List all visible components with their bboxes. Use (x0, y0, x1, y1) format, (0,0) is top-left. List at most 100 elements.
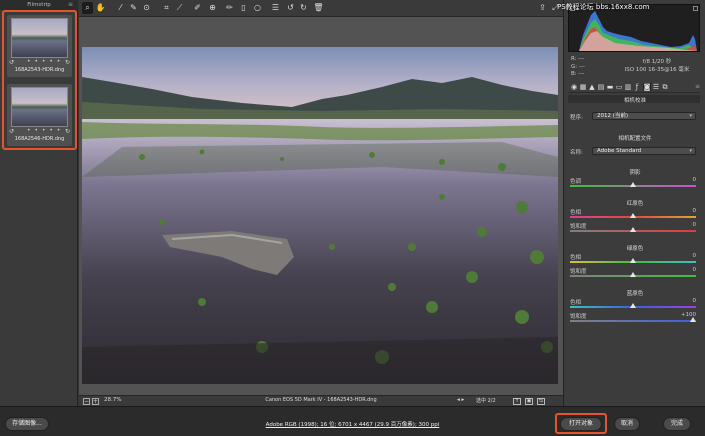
slider-label: 色相 (570, 300, 582, 306)
tab-detail-icon[interactable]: ▲ (588, 83, 596, 91)
slider-thumb[interactable] (630, 227, 636, 232)
filmstrip-selection-highlight: ↺ • • • • • ↻ 168A2543-HDR.dng ↺ • • • •… (2, 10, 77, 150)
image-nav-arrows[interactable]: ◂ ▸ (457, 397, 464, 403)
rotate-left-icon[interactable]: ↺ (9, 128, 14, 135)
red-primary-title: 红原色 (626, 201, 644, 207)
green-saturation-slider[interactable]: 饱和度 0 (564, 267, 705, 281)
selection-count: 选中 2/2 (476, 398, 496, 404)
slider-value[interactable]: 0 (693, 298, 697, 304)
slider-thumb[interactable] (630, 272, 636, 277)
red-hue-slider[interactable]: 色相 0 (564, 208, 705, 222)
done-button[interactable]: 完成 (663, 417, 691, 431)
rating-stars[interactable]: • • • • • (27, 58, 61, 65)
chevron-down-icon: ▾ (689, 113, 692, 119)
watermark: PS教程论坛 bbs.16xx8.com (557, 3, 650, 11)
tab-effects-icon[interactable]: ▥ (624, 83, 632, 91)
profile-value: Adobe Standard (597, 148, 642, 154)
rotate-ccw-icon[interactable]: ↺ (285, 2, 296, 14)
filmstrip-menu-icon[interactable]: ≡ (68, 0, 73, 10)
tab-lens-icon[interactable]: ▭ (615, 83, 623, 91)
slider-label: 饱和度 (570, 314, 587, 320)
slider-track[interactable] (570, 320, 696, 322)
shadow-tint-slider[interactable]: 色调 0 (564, 177, 705, 191)
filmstrip-item[interactable]: ↺ • • • • • ↻ 168A2543-HDR.dng (7, 15, 72, 77)
aperture-shutter: f/8 1/20 秒 (642, 59, 672, 65)
color-sampler-icon[interactable]: ✎ (128, 2, 139, 14)
slider-label: 色调 (570, 179, 582, 185)
hand-tool-icon[interactable]: ✋ (95, 2, 106, 14)
straighten-icon[interactable]: ⟋ (174, 2, 185, 14)
adjustment-brush-icon[interactable]: ✏ (224, 2, 235, 14)
preferences-icon[interactable]: ☰ (270, 2, 281, 14)
panel-menu-icon[interactable]: ≡ (695, 83, 700, 90)
rotate-cw-icon[interactable]: ↻ (298, 2, 309, 14)
highlight-clipping-toggle[interactable] (693, 6, 698, 11)
slider-value[interactable]: 0 (693, 253, 697, 259)
swap-settings-button[interactable]: ⇆ (537, 398, 545, 405)
readout-r: R: --- (571, 56, 585, 62)
red-eye-icon[interactable]: ⊕ (207, 2, 218, 14)
tab-presets-icon[interactable]: ☰ (652, 83, 660, 91)
slider-thumb[interactable] (690, 317, 696, 322)
thumbnail-image (11, 87, 68, 127)
status-bar: − + 28.7% Canon EOS 5D Mark IV - 168A254… (79, 395, 563, 406)
target-adjust-icon[interactable]: ⊙ (141, 2, 152, 14)
slider-value[interactable]: 0 (693, 177, 697, 183)
view-mode-button[interactable]: ▣ (525, 398, 533, 405)
rotate-right-icon[interactable]: ↻ (65, 59, 70, 66)
graduated-filter-icon[interactable]: ▯ (238, 2, 249, 14)
readout-g: G: --- (571, 63, 585, 70)
trash-icon[interactable]: 🗑 (313, 2, 324, 14)
filmstrip-title: Filmstrip (27, 2, 51, 8)
blue-primary-title: 蓝原色 (626, 291, 644, 297)
iso-lens: ISO 100 16-35@16 毫米 (624, 66, 690, 73)
process-select[interactable]: 2012 (当前) ▾ (592, 112, 696, 120)
rotate-left-icon[interactable]: ↺ (9, 59, 14, 66)
tab-camera-calibration-icon[interactable]: ◙ (643, 83, 651, 91)
tab-basic-icon[interactable]: ◉ (570, 83, 578, 91)
camera-calibration-panel: 相机校准 程序: 2012 (当前) ▾ 相机配置文件 名称: Adobe St… (564, 94, 705, 339)
before-after-toggle[interactable]: Y (513, 398, 521, 405)
thumbnail-image (11, 18, 68, 58)
profile-name-label: 名称: (570, 150, 583, 156)
blue-hue-slider[interactable]: 色相 0 (564, 298, 705, 312)
radial-filter-icon[interactable]: ○ (252, 2, 263, 14)
slider-thumb[interactable] (630, 303, 636, 308)
readout-b: B: --- (571, 71, 585, 77)
export-icon[interactable]: ⇪ (537, 2, 548, 14)
slider-thumb[interactable] (630, 213, 636, 218)
red-saturation-slider[interactable]: 饱和度 0 (564, 222, 705, 236)
filmstrip-panel: Filmstrip ≡ ↺ • • • • • ↻ 168A2543-HDR.d… (0, 0, 78, 406)
slider-value[interactable]: 0 (693, 222, 697, 228)
blue-saturation-slider[interactable]: 饱和度 +100 (564, 312, 705, 326)
exif-readout: R: --- G: --- B: --- f/8 1/20 秒 ISO 100 … (568, 54, 700, 80)
slider-thumb[interactable] (630, 182, 636, 187)
zoom-tool-icon[interactable]: ⌕ (82, 2, 93, 14)
tab-split-toning-icon[interactable]: ▬ (606, 83, 614, 91)
slider-value[interactable]: 0 (693, 267, 697, 273)
settings-panel: R: --- G: --- B: --- f/8 1/20 秒 ISO 100 … (563, 0, 705, 406)
tab-hsl-icon[interactable]: ▤ (597, 83, 605, 91)
open-button-highlight (555, 413, 607, 434)
white-balance-icon[interactable]: ⁄ (115, 2, 126, 14)
preview-photo (82, 47, 558, 384)
crop-icon[interactable]: ⌗ (161, 2, 172, 14)
rotate-right-icon[interactable]: ↻ (65, 128, 70, 135)
tab-tone-curve-icon[interactable]: ▦ (579, 83, 587, 91)
slider-thumb[interactable] (630, 258, 636, 263)
filmstrip-item[interactable]: ↺ • • • • • ↻ 168A2546-HDR.dng (7, 84, 72, 146)
image-preview-area[interactable] (79, 17, 563, 395)
section-title: 相机校准 (623, 98, 646, 104)
cancel-button[interactable]: 取消 (614, 417, 640, 431)
shadows-title: 阴影 (629, 170, 641, 176)
profile-select[interactable]: Adobe Standard ▾ (592, 147, 696, 155)
green-hue-slider[interactable]: 色相 0 (564, 253, 705, 267)
tab-fx-icon[interactable]: ƒ (633, 83, 641, 91)
slider-value[interactable]: 0 (693, 208, 697, 214)
rating-stars[interactable]: • • • • • (27, 127, 61, 134)
filmstrip-item-name: 168A2543-HDR.dng (14, 67, 65, 73)
spot-removal-icon[interactable]: ✐ (192, 2, 203, 14)
process-label: 程序: (570, 115, 583, 121)
slider-label: 饱和度 (570, 269, 587, 275)
tab-snapshots-icon[interactable]: ⧉ (661, 83, 669, 91)
